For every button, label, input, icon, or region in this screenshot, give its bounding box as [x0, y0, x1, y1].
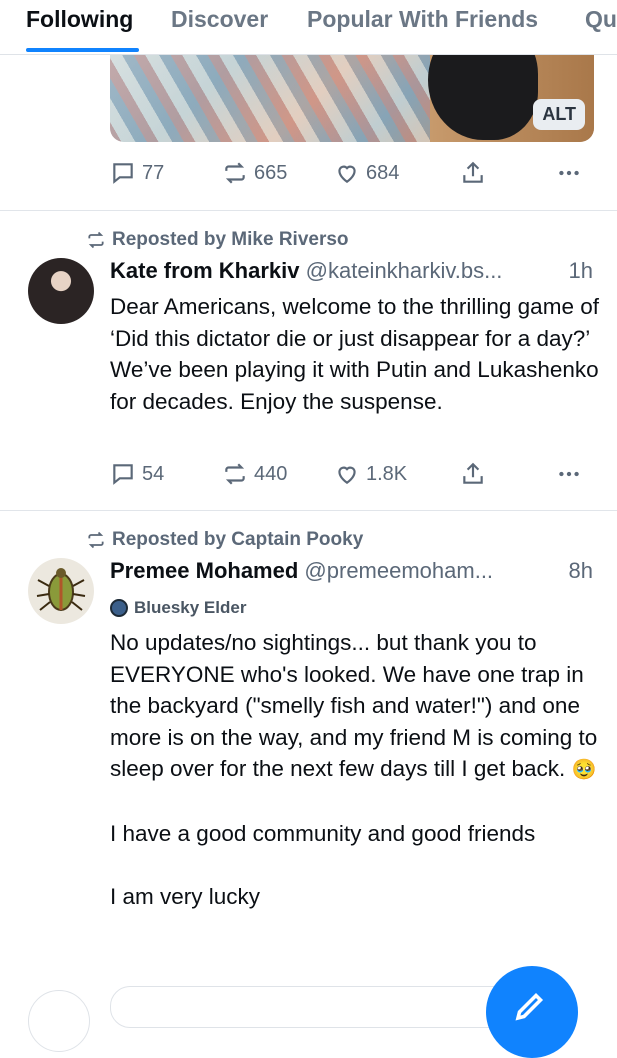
repost-button[interactable]: 665: [222, 160, 287, 186]
post-time[interactable]: 8h: [569, 558, 593, 584]
tab-quiet[interactable]: Qu: [585, 6, 617, 33]
display-name[interactable]: Kate from Kharkiv: [110, 258, 300, 283]
like-button[interactable]: 1.8K: [334, 461, 407, 487]
composer-avatar[interactable]: [28, 990, 90, 1052]
post-image[interactable]: ALT: [110, 40, 594, 142]
elder-badge-icon: [110, 599, 128, 617]
active-tab-indicator: [26, 48, 139, 52]
display-name[interactable]: Premee Mohamed: [110, 558, 298, 583]
post-paragraph: I am very lucky: [110, 884, 261, 909]
reply-count: 77: [142, 161, 165, 184]
like-icon: [338, 165, 356, 183]
post-paragraph-text: No updates/no sightings... but thank you…: [110, 630, 598, 781]
post-divider: [0, 510, 617, 511]
reply-button[interactable]: 77: [110, 160, 164, 186]
repost-button[interactable]: 440: [222, 461, 287, 487]
reply-button[interactable]: 54: [110, 461, 164, 487]
reply-icon: [113, 464, 133, 485]
post-paragraph: No updates/no sightings... but thank you…: [110, 627, 600, 787]
like-icon: [338, 466, 356, 484]
like-button[interactable]: 684: [334, 160, 399, 186]
reposted-by-label: Reposted by Captain Pooky: [112, 529, 364, 550]
avatar[interactable]: [28, 558, 94, 624]
more-button[interactable]: [556, 461, 582, 487]
badge-label: Bluesky Elder: [134, 598, 247, 617]
post-time[interactable]: 1h: [569, 258, 593, 284]
post-header: Kate from Kharkiv @kateinkharkiv.bs...: [110, 258, 502, 284]
handle[interactable]: @kateinkharkiv.bs...: [306, 258, 503, 283]
share-button[interactable]: [460, 461, 486, 487]
repost-icon: [225, 162, 245, 184]
avatar[interactable]: [28, 258, 94, 324]
like-count: 684: [366, 161, 400, 184]
post-header: Premee Mohamed @premeemoham...: [110, 558, 493, 584]
post-actions: 54 440 1.8K: [110, 461, 600, 491]
reposted-by-label: Reposted by Mike Riverso: [112, 229, 349, 250]
reply-count: 54: [142, 462, 165, 485]
compose-icon: [515, 992, 544, 1021]
feed-tabs: Following Discover Popular With Friends …: [0, 0, 617, 55]
tab-following[interactable]: Following: [26, 6, 133, 33]
repost-icon: [225, 463, 245, 485]
more-button[interactable]: [556, 160, 582, 186]
compose-button[interactable]: [486, 966, 578, 1058]
handle[interactable]: @premeemoham...: [304, 558, 493, 583]
post-actions-top: 77 665 684: [110, 160, 600, 190]
reply-icon: [113, 163, 133, 184]
share-icon: [463, 462, 483, 484]
like-count: 1.8K: [366, 462, 408, 485]
post-text: Dear Americans, welcome to the thrilling…: [110, 294, 599, 414]
post-divider: [0, 210, 617, 211]
repost-count: 440: [254, 462, 288, 485]
post-text: No updates/no sightings... but thank you…: [110, 627, 600, 913]
share-icon: [463, 161, 483, 183]
share-button[interactable]: [460, 160, 486, 186]
rug-image-area: [110, 40, 430, 142]
profile-badge[interactable]: Bluesky Elder: [110, 598, 246, 618]
more-icon: [559, 170, 579, 176]
repost-count: 665: [254, 161, 288, 184]
repost-small-icon: [88, 531, 104, 549]
repost-attribution[interactable]: Reposted by Mike Riverso: [86, 229, 349, 251]
more-icon: [559, 471, 579, 477]
repost-attribution[interactable]: Reposted by Captain Pooky: [86, 529, 363, 551]
beetle-avatar-image: [36, 568, 86, 611]
tab-discover[interactable]: Discover: [171, 6, 268, 33]
repost-small-icon: [88, 231, 104, 249]
tab-popular-with-friends[interactable]: Popular With Friends: [307, 6, 538, 33]
pleading-face-emoji: 🥹: [571, 759, 597, 781]
post-paragraph: I have a good community and good friends: [110, 821, 536, 846]
alt-text-button[interactable]: ALT: [533, 99, 585, 130]
